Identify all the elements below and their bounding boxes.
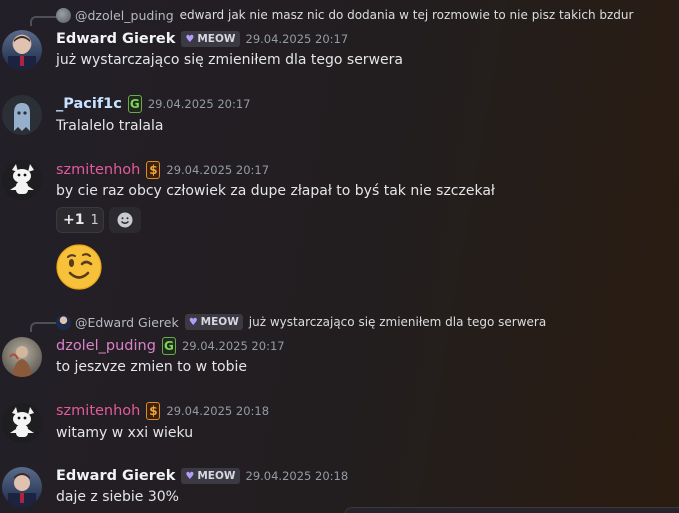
heart-icon: ♥ xyxy=(188,316,198,328)
username[interactable]: Edward Gierek xyxy=(56,468,175,484)
avatar[interactable] xyxy=(2,467,42,507)
server-tag[interactable]: $ xyxy=(146,161,161,179)
username[interactable]: szmitenhoh xyxy=(56,403,140,419)
timestamp: 29.04.2025 20:18 xyxy=(245,469,349,483)
server-tag[interactable]: G xyxy=(161,337,176,355)
timestamp: 29.04.2025 20:17 xyxy=(147,97,251,111)
reply-preview[interactable]: @dzolel_puding edward jak nie masz nic d… xyxy=(56,4,633,26)
add-reaction-button[interactable] xyxy=(109,207,141,233)
reaction-count: 1 xyxy=(90,212,99,228)
username[interactable]: _Pacif1c xyxy=(56,96,122,112)
server-tag[interactable]: ♥ MEOW xyxy=(181,468,240,484)
reply-author[interactable]: @dzolel_puding xyxy=(75,8,174,23)
message-content: by cie raz obcy człowiek za dupe złapał … xyxy=(56,183,495,199)
avatar-edward-icon xyxy=(8,36,36,70)
avatar[interactable] xyxy=(2,337,42,377)
reply-author[interactable]: @Edward Gierek xyxy=(75,315,179,330)
chat-message-list: @dzolel_puding edward jak nie masz nic d… xyxy=(0,0,679,513)
avatar-edward-icon xyxy=(8,473,36,507)
avatar[interactable] xyxy=(2,95,42,135)
reply-text: edward jak nie masz nic do dodania w tej… xyxy=(179,8,634,22)
edward-mini-avatar xyxy=(56,314,71,330)
message-content: daje z siebie 30% xyxy=(56,489,179,505)
heart-icon: ♥ xyxy=(185,470,195,482)
timestamp: 29.04.2025 20:18 xyxy=(166,404,270,418)
server-tag[interactable]: ♥ MEOW xyxy=(181,31,240,47)
tag-label: MEOW xyxy=(197,470,236,482)
avatar[interactable] xyxy=(2,160,42,200)
winking-face-emoji xyxy=(56,244,102,290)
avatar-goat-icon xyxy=(2,160,42,200)
message-content: to jeszvze zmien to w tobie xyxy=(56,359,248,375)
username[interactable]: dzolel_puding xyxy=(56,338,156,354)
avatar-ghost-icon xyxy=(2,95,42,135)
timestamp: 29.04.2025 20:17 xyxy=(181,339,285,353)
message-content: Tralalelo tralala xyxy=(56,118,164,134)
message-content: witamy w xxi wieku xyxy=(56,425,194,441)
reply-text: już wystarczająco się zmieniłem dla tego… xyxy=(248,315,547,329)
tag-label: MEOW xyxy=(197,33,236,45)
reaction-emoji: +1 xyxy=(63,212,85,228)
reaction-plus-one[interactable]: +1 1 xyxy=(56,207,104,233)
smiley-add-icon xyxy=(117,212,133,228)
avatar[interactable] xyxy=(2,30,42,70)
avatar-goat-icon xyxy=(2,403,42,443)
avatar[interactable] xyxy=(2,403,42,443)
heart-icon: ♥ xyxy=(185,33,195,45)
username[interactable]: szmitenhoh xyxy=(56,162,140,178)
timestamp: 29.04.2025 20:17 xyxy=(166,163,270,177)
message-content: już wystarczająco się zmieniłem dla tego… xyxy=(56,52,403,68)
server-tag[interactable]: $ xyxy=(146,402,161,420)
tag-label: MEOW xyxy=(200,316,239,328)
reply-preview[interactable]: @Edward Gierek ♥ MEOW już wystarczająco s… xyxy=(56,311,546,333)
timestamp: 29.04.2025 20:17 xyxy=(245,32,349,46)
message-input-bar-edge xyxy=(344,507,679,513)
avatar-figure-icon xyxy=(2,337,42,377)
dzolel-mini-avatar xyxy=(56,7,71,23)
server-tag[interactable]: G xyxy=(127,95,142,113)
server-tag: ♥ MEOW xyxy=(184,314,243,330)
username[interactable]: Edward Gierek xyxy=(56,31,175,47)
